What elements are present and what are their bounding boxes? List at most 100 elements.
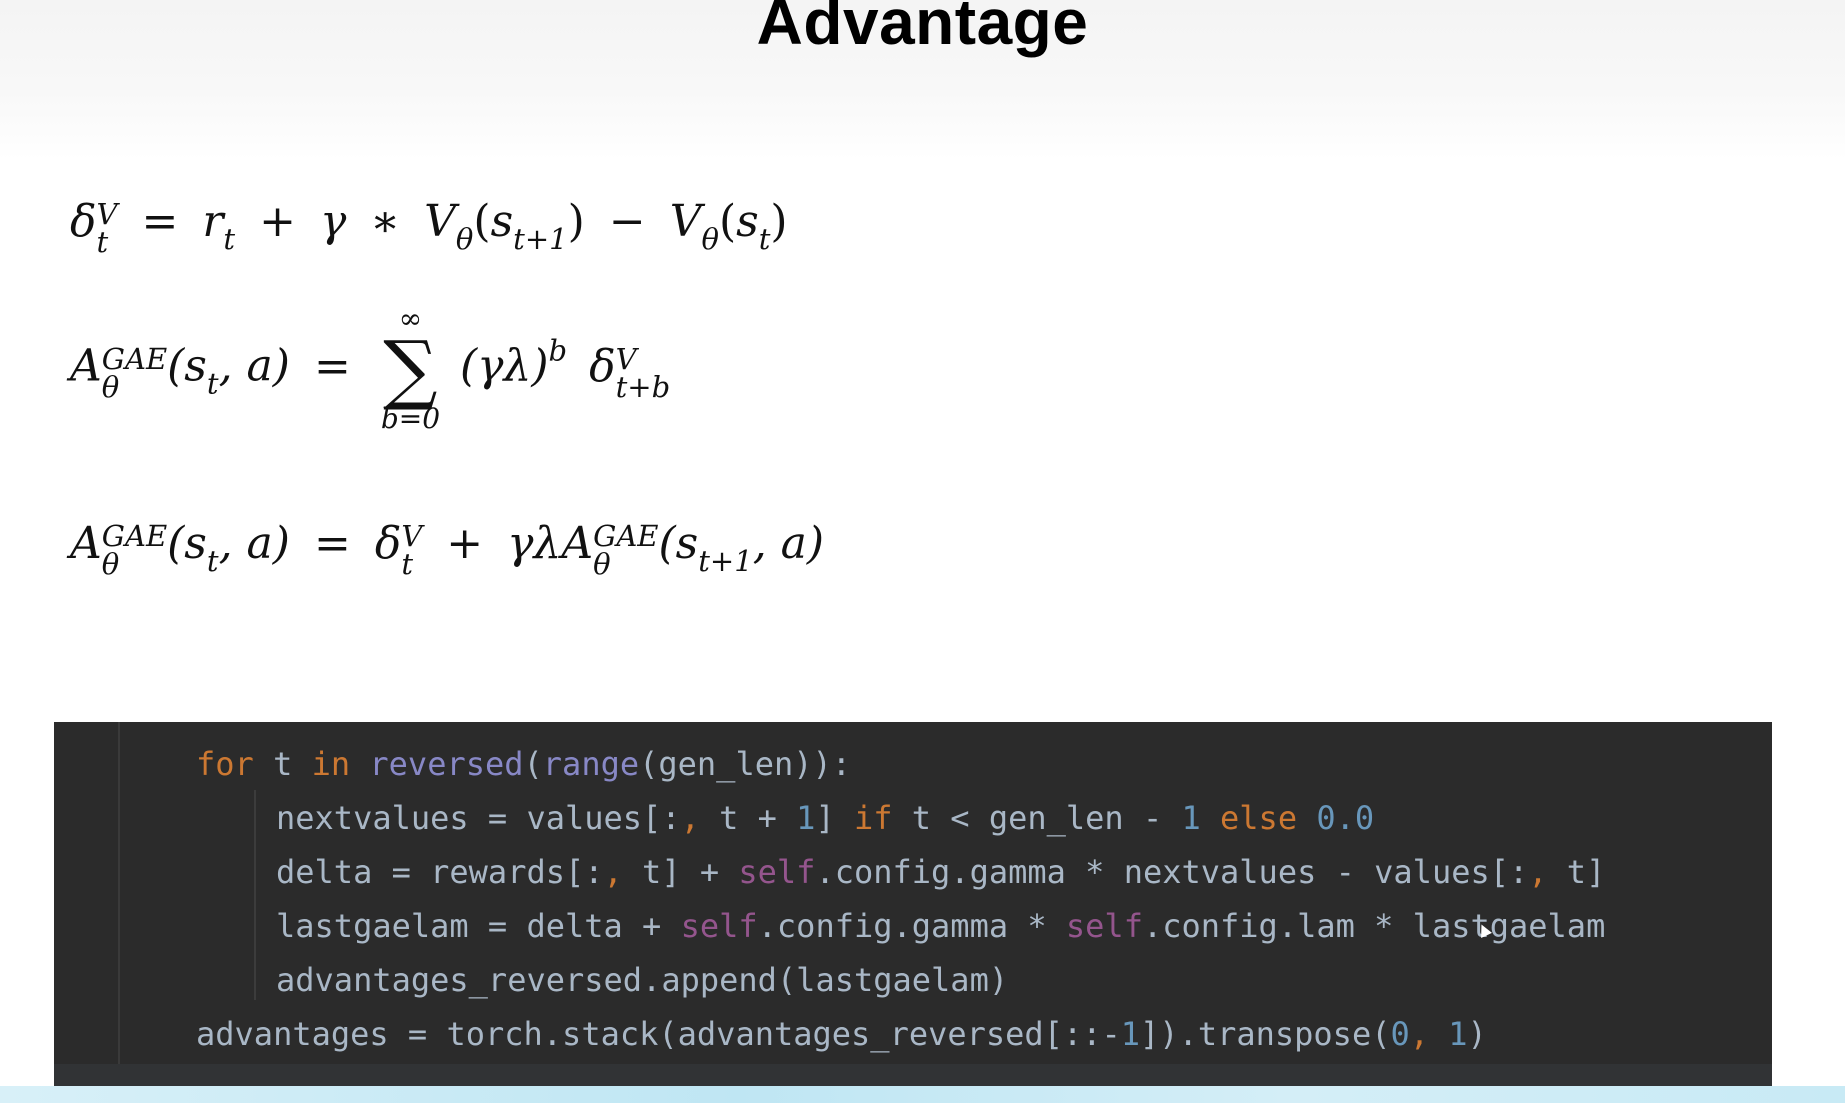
- eq1-v: V: [424, 196, 456, 247]
- eq3-delta-scripts: Vt: [401, 522, 422, 581]
- builtin-range: range: [542, 745, 640, 783]
- code-line-5[interactable]: advantages_reversed.append(lastgaelam): [276, 960, 1008, 1000]
- equation-gae-sum: A GAE θ (st, a) = ∞ ∑ b=0 (γλ)b δ Vt+b: [70, 305, 670, 433]
- eq3-equals: =: [313, 518, 351, 569]
- indent-guide: [254, 790, 256, 1000]
- code-text: .config.gamma * nextvalues - values[:: [815, 853, 1529, 891]
- code-text: advantages = torch.stack(advantages_reve…: [196, 1015, 1121, 1053]
- code-text: ]).transpose(: [1140, 1015, 1391, 1053]
- code-line-6[interactable]: advantages = torch.stack(advantages_reve…: [196, 1014, 1487, 1054]
- eq3-args2: (s: [658, 518, 699, 569]
- eq1-s: s: [736, 196, 759, 247]
- eq2-delta-sub: t+b: [615, 369, 671, 404]
- code-text: delta = rewards[:: [276, 853, 604, 891]
- code-text: (: [523, 745, 543, 783]
- eq1-star: ∗: [370, 196, 401, 247]
- code-text: .config.lam * lastgaelam: [1142, 907, 1606, 945]
- code-scrollbar-track[interactable]: [54, 1064, 1772, 1086]
- eq1-v2-theta: θ: [701, 222, 719, 257]
- eq1-open: (: [473, 196, 491, 247]
- equation-gae-recursive: A GAE θ (st, a) = δVt + γλA GAE θ (st+1, a): [70, 522, 824, 579]
- code-line-4[interactable]: lastgaelam = delta + self.config.gamma *…: [276, 906, 1605, 946]
- code-text: t] +: [622, 853, 739, 891]
- code-self: self: [680, 907, 758, 945]
- eq2-args-end: , a): [218, 340, 290, 392]
- code-number: 1: [1448, 1015, 1468, 1053]
- eq3-a: A: [70, 518, 102, 569]
- eq3-a-sub: θ: [101, 546, 120, 581]
- eq1-close: ): [567, 196, 585, 247]
- eq2-delta-scripts: Vt+b: [615, 345, 671, 404]
- equation-td-error: δVt = rt + γ ∗ Vθ(st+1) − Vθ(st): [70, 200, 788, 257]
- code-line-2[interactable]: nextvalues = values[:, t + 1] if t < gen…: [276, 798, 1374, 838]
- eq2-args: (s: [167, 340, 207, 392]
- eq3-delta: δ: [374, 518, 402, 569]
- code-self: self: [738, 853, 816, 891]
- eq1-s-next-sub: t+1: [513, 222, 568, 257]
- code-line-3[interactable]: delta = rewards[:, t] + self.config.gamm…: [276, 852, 1605, 892]
- code-number: 0.0: [1316, 799, 1375, 837]
- code-text: .config.gamma *: [757, 907, 1066, 945]
- code-editor-panel[interactable]: for t in reversed(range(gen_len)): nextv…: [54, 722, 1772, 1086]
- eq2-equals: =: [313, 340, 351, 392]
- eq1-v2: V: [669, 196, 702, 247]
- code-text: lastgaelam = delta +: [276, 907, 681, 945]
- eq2-delta: δ: [589, 340, 616, 392]
- eq3-args2-end: , a): [752, 518, 825, 569]
- code-comma: ,: [680, 799, 700, 837]
- code-text: t < gen_len -: [892, 799, 1182, 837]
- eq3-a2-scripts: GAE θ: [593, 522, 658, 581]
- eq2-sum-lower: b=0: [380, 402, 441, 436]
- code-text: t: [253, 745, 312, 783]
- code-text: nextvalues = values[:: [276, 799, 681, 837]
- taskbar-strip: [0, 1086, 1845, 1103]
- eq1-s-sub: t: [758, 222, 771, 257]
- eq1-r: r: [202, 196, 224, 247]
- code-self: self: [1065, 907, 1143, 945]
- code-number: 0: [1390, 1015, 1410, 1053]
- eq1-delta-sub: t: [96, 224, 109, 259]
- eq2-a: A: [70, 340, 102, 392]
- code-number: 1: [1120, 1015, 1141, 1053]
- code-line-1[interactable]: for t in reversed(range(gen_len)):: [196, 744, 851, 784]
- eq1-delta: δ: [70, 196, 97, 247]
- eq1-s-next: s: [490, 196, 514, 247]
- eq2-a-sub: θ: [101, 369, 120, 404]
- eq3-coef: γλA: [507, 518, 594, 569]
- eq3-args-sub: t: [206, 544, 219, 579]
- kw-if: if: [853, 799, 893, 837]
- code-comma: ,: [1528, 853, 1548, 891]
- eq1-equals: =: [141, 196, 179, 247]
- eq3-a2-sub: θ: [593, 546, 611, 581]
- eq2-term: (γλ): [460, 340, 549, 392]
- eq1-gamma: γ: [319, 196, 347, 247]
- builtin-reversed: reversed: [369, 745, 524, 783]
- code-number: 1: [1181, 799, 1201, 837]
- code-comma: ,: [603, 853, 623, 891]
- eq2-sum: ∞ ∑ b=0: [381, 305, 440, 433]
- code-comma: ,: [1409, 1015, 1429, 1053]
- eq2-a-scripts: GAE θ: [101, 345, 167, 404]
- sigma-icon: ∑: [383, 324, 438, 413]
- eq2-term-sup: b: [548, 333, 568, 368]
- gutter-divider: [118, 722, 120, 1086]
- code-text: advantages_reversed.append(lastgaelam): [276, 961, 1009, 999]
- eq1-delta-scripts: Vt: [96, 200, 118, 259]
- eq1-minus: −: [608, 196, 646, 247]
- kw-for: for: [196, 745, 254, 783]
- eq1-plus: +: [259, 196, 296, 247]
- code-text: t +: [699, 799, 797, 837]
- code-text: ): [1467, 1015, 1487, 1053]
- code-text: t]: [1547, 853, 1606, 891]
- eq3-args2-sub: t+1: [698, 544, 753, 579]
- eq3-args-end: , a): [218, 518, 290, 569]
- eq3-args: (s: [167, 518, 207, 569]
- eq2-args-sub: t: [206, 366, 219, 401]
- code-text: ]: [815, 799, 854, 837]
- eq3-delta-sub: t: [401, 546, 413, 581]
- eq3-plus: +: [446, 518, 484, 569]
- eq1-close2: ): [770, 196, 788, 247]
